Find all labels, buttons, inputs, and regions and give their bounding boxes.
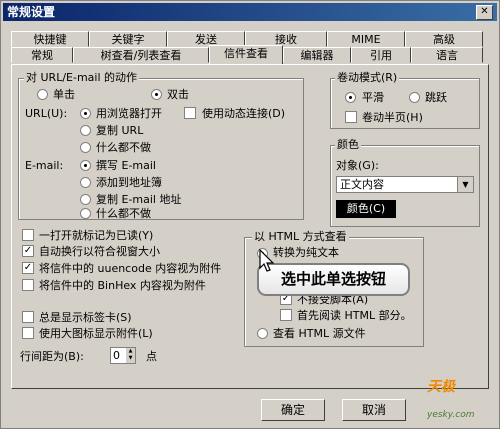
uuencode-checkbox[interactable]: ✓	[22, 262, 34, 274]
double-click-label: 双击	[167, 88, 189, 101]
word-wrap-label: 自动换行以符合视窗大小	[39, 245, 160, 258]
html-view-title: 以 HTML 方式查看	[252, 230, 349, 243]
radio-view-source[interactable]	[257, 328, 268, 339]
cancel-button[interactable]: 取消	[342, 399, 406, 421]
tab-editor[interactable]: 编辑器	[283, 47, 351, 63]
radio-jump-scroll[interactable]	[409, 92, 420, 103]
url-label: URL(U):	[25, 107, 68, 120]
radio-url-open-browser[interactable]	[80, 108, 91, 119]
url-copy-label: 复制 URL	[96, 124, 144, 137]
mark-read-label: 一打开就标记为已读(Y)	[39, 229, 154, 242]
single-click-label: 单击	[53, 88, 75, 101]
watermark-logo: 天极	[427, 379, 455, 395]
line-spacing-unit: 点	[146, 350, 157, 363]
jump-label: 跳跃	[425, 91, 447, 104]
settings-dialog: 常规设置 ✕ 快捷键 关键字 发送 接收 MIME 高级 常规 树查看/列表查看…	[0, 0, 500, 429]
first-read-html-label: 首先阅读 HTML 部分。	[297, 309, 412, 322]
line-spacing-spinner[interactable]: 0 ▲ ▼	[110, 347, 136, 364]
convert-text-label: 转换为纯文本	[273, 246, 339, 259]
tab-label: 树查看/列表查看	[100, 49, 182, 62]
radio-url-nothing[interactable]	[80, 142, 91, 153]
radio-email-addressbook[interactable]	[80, 177, 91, 188]
binhex-label: 将信件中的 BinHex 内容视为附件	[39, 279, 206, 292]
color-button[interactable]: 颜色(C)	[336, 200, 396, 218]
callout-bubble: 选中此单选按钮	[257, 263, 410, 296]
radio-email-nothing[interactable]	[80, 208, 91, 219]
half-page-label: 卷动半页(H)	[362, 111, 423, 124]
show-tabs-checkbox[interactable]	[22, 311, 34, 323]
radio-double-click[interactable]	[151, 89, 162, 100]
dropdown-arrow-icon[interactable]: ▼	[457, 177, 473, 192]
view-source-label: 查看 HTML 源文件	[273, 327, 366, 340]
object-label: 对象(G):	[336, 159, 379, 172]
tab-mime[interactable]: MIME	[327, 31, 405, 47]
line-spacing-label: 行间距为(B):	[20, 350, 84, 363]
color-group-title: 颜色	[335, 138, 361, 151]
email-label: E-mail:	[25, 159, 64, 172]
url-open-browser-label: 用浏览器打开	[96, 107, 162, 120]
tab-label: 信件查看	[224, 47, 268, 60]
radio-single-click[interactable]	[37, 89, 48, 100]
email-copy-label: 复制 E-mail 地址	[96, 193, 182, 206]
mouse-pointer-icon	[259, 249, 275, 272]
window-title: 常规设置	[7, 5, 56, 19]
ok-button[interactable]: 确定	[261, 399, 325, 421]
tab-label: 关键字	[111, 33, 145, 46]
radio-url-copy[interactable]	[80, 125, 91, 136]
tab-language[interactable]: 语言	[411, 47, 483, 63]
tab-label: 引用	[370, 49, 392, 62]
email-nothing-label: 什么都不做	[96, 207, 151, 220]
object-select[interactable]: 正文内容 ▼	[336, 176, 474, 193]
tab-message-view[interactable]: 信件查看	[209, 45, 283, 64]
title-bar: 常规设置 ✕	[3, 3, 497, 21]
tab-shortcuts[interactable]: 快捷键	[11, 31, 89, 47]
watermark-site: yesky.com	[427, 410, 475, 420]
tab-general[interactable]: 常规	[11, 47, 73, 63]
object-select-value: 正文内容	[340, 178, 384, 191]
tab-label: 常规	[31, 49, 53, 62]
url-nothing-label: 什么都不做	[96, 141, 151, 154]
half-page-checkbox[interactable]	[345, 111, 357, 123]
radio-smooth-scroll[interactable]	[345, 92, 356, 103]
mark-read-checkbox[interactable]	[22, 229, 34, 241]
tab-label: 编辑器	[300, 49, 334, 62]
binhex-checkbox[interactable]	[22, 279, 34, 291]
tab-tree-list-view[interactable]: 树查看/列表查看	[73, 47, 209, 63]
tab-advanced[interactable]: 高级	[405, 31, 483, 47]
scroll-group-title: 卷动模式(R)	[335, 71, 400, 84]
tab-label: 语言	[436, 49, 458, 62]
dynamic-connect-checkbox[interactable]	[184, 107, 196, 119]
large-icons-checkbox[interactable]	[22, 327, 34, 339]
action-group-title: 对 URL/E-mail 的动作	[24, 71, 140, 84]
smooth-label: 平滑	[362, 91, 384, 104]
tab-keywords[interactable]: 关键字	[89, 31, 167, 47]
radio-email-compose[interactable]	[80, 160, 91, 171]
first-read-html-checkbox[interactable]	[280, 309, 292, 321]
close-icon[interactable]: ✕	[476, 5, 493, 20]
email-addressbook-label: 添加到地址簿	[96, 176, 162, 189]
large-icons-label: 使用大图标显示附件(L)	[39, 327, 153, 340]
word-wrap-checkbox[interactable]: ✓	[22, 245, 34, 257]
tab-label: MIME	[351, 33, 381, 46]
tab-label: 高级	[433, 33, 455, 46]
tab-quote[interactable]: 引用	[351, 47, 411, 63]
spin-arrows-icon[interactable]: ▲ ▼	[126, 348, 135, 363]
show-tabs-label: 总是显示标签卡(S)	[39, 311, 132, 324]
tab-label: 快捷键	[33, 33, 67, 46]
uuencode-label: 将信件中的 uuencode 内容视为附件	[39, 262, 222, 275]
dynamic-connect-label: 使用动态连接(D)	[202, 107, 286, 120]
email-compose-label: 撰写 E-mail	[96, 159, 156, 172]
radio-email-copy[interactable]	[80, 194, 91, 205]
line-spacing-value: 0	[113, 349, 120, 362]
